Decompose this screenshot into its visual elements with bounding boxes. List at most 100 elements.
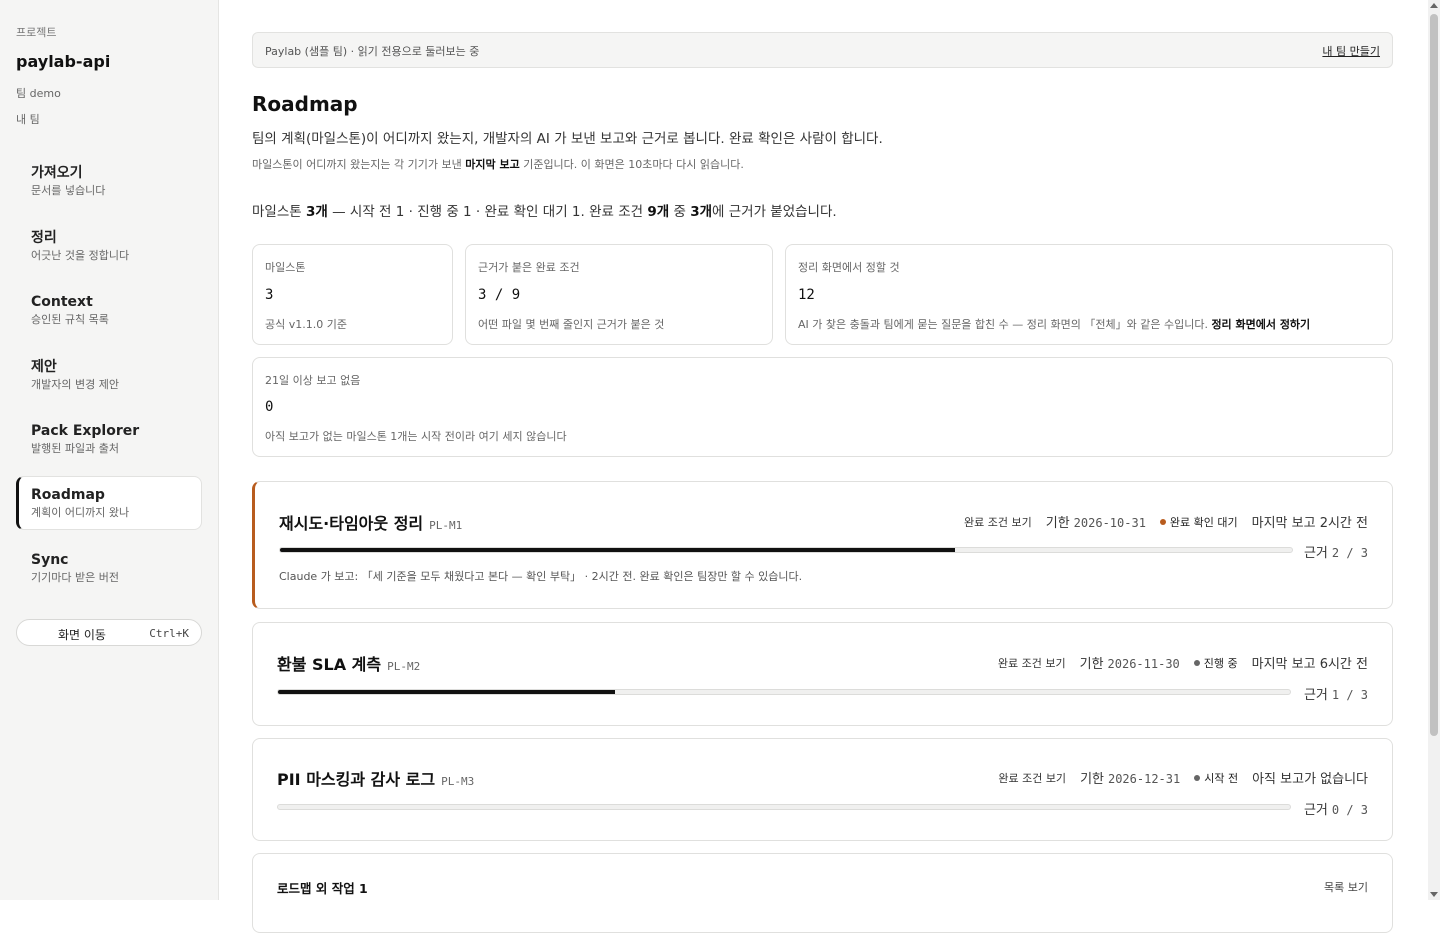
stat-desc: 공식 v1.1.0 기준 [265, 318, 347, 331]
off-roadmap-title: 로드맵 외 작업 1 [277, 881, 368, 896]
organize-link[interactable]: 정리 화면에서 정하기 [1211, 318, 1310, 331]
sidebar-item-sub: 문서를 넣습니다 [31, 184, 106, 197]
sidebar-item-sub: 승인된 규칙 목록 [31, 313, 109, 326]
sidebar-item-pack-explorer[interactable]: Pack Explorer 발행된 파일과 출처 [16, 413, 202, 467]
stat-value: 3 / 9 [478, 287, 521, 303]
sidebar-item-label: 가져오기 [31, 165, 83, 181]
roadmap-summary: 마일스톤 3개 — 시작 전 1 · 진행 중 1 · 완료 확인 대기 1. … [252, 200, 837, 220]
status-label: 시작 전 [1204, 771, 1239, 785]
status-label: 완료 확인 대기 [1169, 515, 1238, 529]
summary-bold: 3개 [305, 204, 328, 220]
sidebar-item-label: Pack Explorer [31, 423, 140, 439]
status-dot-icon [1194, 774, 1201, 781]
evidence-count: 근거 1 / 3 [1304, 684, 1368, 703]
stat-card-to-decide: 정리 화면에서 정할 것 12 AI 가 찾은 충돌과 팀에게 묻는 질문을 합… [785, 244, 1393, 345]
view-criteria-link[interactable]: 완료 조건 보기 [998, 655, 1066, 671]
milestone-card[interactable]: 재시도·타임아웃 정리 PL-M1 완료 조건 보기 기한 2026-10-31 완… [252, 481, 1393, 609]
sidebar-item-sub: 개발자의 변경 제안 [31, 378, 119, 391]
sidebar: 프로젝트 paylab-api 팀 demo 내 팀 가져오기 문서를 넣습니다… [0, 0, 219, 900]
status-dot-icon [1193, 659, 1200, 666]
sidebar-item-label: 제안 [31, 359, 57, 375]
command-palette-label: 화면 이동 [58, 628, 106, 642]
sidebar-item-label: Context [31, 294, 93, 310]
sidebar-item-organize[interactable]: 정리 어긋난 것을 정합니다 [16, 220, 202, 274]
status-label: 진행 중 [1203, 656, 1238, 670]
page-intro: 팀의 계획(마일스톤)이 어디까지 왔는지, 개발자의 AI 가 보낸 보고와 … [252, 131, 883, 147]
summary-text: 마일스톤 [252, 204, 306, 220]
progress-fill [280, 548, 955, 552]
summary-text: — 시작 전 1 · 진행 중 1 · 완료 확인 대기 1. 완료 조건 [327, 204, 648, 220]
page-scrollbar[interactable] [1428, 0, 1440, 900]
due-date: 기한 2026-10-31 [1046, 512, 1146, 531]
due-date: 기한 2026-11-30 [1080, 653, 1180, 672]
team-label: 팀 demo [16, 87, 61, 100]
due-label: 기한 [1045, 516, 1070, 531]
due-label: 기한 [1080, 772, 1104, 787]
status-dot-icon [1159, 518, 1166, 525]
milestone-card[interactable]: PII 마스킹과 감사 로그 PL-M3 완료 조건 보기 기한 2026-12-3… [252, 738, 1393, 841]
sidebar-item-sub: 어긋난 것을 정합니다 [31, 249, 130, 262]
due-label: 기한 [1079, 657, 1104, 672]
evidence-value: 2 / 3 [1331, 546, 1368, 560]
due-date: 기한 2026-12-31 [1080, 768, 1180, 787]
evidence-value: 0 / 3 [1331, 803, 1368, 817]
view-criteria-link[interactable]: 완료 조건 보기 [998, 770, 1066, 786]
sidebar-item-label: 정리 [31, 230, 57, 246]
sidebar-item-roadmap[interactable]: Roadmap 계획이 어디까지 왔나 [16, 476, 202, 530]
stat-card-evidence: 근거가 붙은 완료 조건 3 / 9 어떤 파일 몇 번째 줄인지 근거가 붙은… [465, 244, 773, 345]
project-caption: 프로젝트 [16, 26, 57, 39]
milestone-name: 환불 SLA 계측 [277, 655, 382, 674]
sidebar-item-context[interactable]: Context 승인된 규칙 목록 [16, 284, 202, 338]
sidebar-item-sub: 발행된 파일과 출처 [31, 442, 119, 455]
stat-desc: AI 가 찾은 충돌과 팀에게 묻는 질문을 합친 수 — 정리 화면의 「전체… [798, 316, 1310, 332]
progress-fill [278, 690, 615, 694]
sidebar-item-label: Roadmap [31, 487, 105, 503]
stat-card-milestones: 마일스톤 3 공식 v1.1.0 기준 [252, 244, 453, 345]
stat-label: 근거가 붙은 완료 조건 [478, 261, 580, 274]
readonly-banner: Paylab (샘플 팀) · 읽기 전용으로 둘러보는 중 내 팀 만들기 [252, 32, 1393, 68]
progress-bar [279, 547, 1293, 553]
stat-label: 마일스톤 [265, 261, 306, 274]
milestone-title: 재시도·타임아웃 정리 PL-M1 [279, 510, 462, 534]
stat-card-stale: 21일 이상 보고 없음 0 아직 보고가 없는 마일스톤 1개는 시작 전이라… [252, 357, 1393, 457]
keyboard-shortcut: Ctrl+K [149, 627, 189, 640]
banner-text: Paylab (샘플 팀) · 읽기 전용으로 둘러보는 중 [265, 45, 480, 58]
stat-label: 정리 화면에서 정할 것 [798, 261, 900, 274]
sidebar-item-proposals[interactable]: 제안 개발자의 변경 제안 [16, 349, 202, 403]
summary-bold: 3개 [690, 204, 713, 220]
milestone-code: PL-M1 [429, 519, 463, 532]
evidence-value: 1 / 3 [1331, 688, 1368, 702]
last-report: 아직 보고가 없습니다 [1252, 772, 1368, 787]
stat-desc: 어떤 파일 몇 번째 줄인지 근거가 붙은 것 [478, 318, 665, 331]
milestone-name: PII 마스킹과 감사 로그 [277, 770, 436, 789]
milestone-code: PL-M2 [387, 660, 421, 673]
command-palette-button[interactable]: 화면 이동 Ctrl+K [16, 619, 202, 646]
create-team-link[interactable]: 내 팀 만들기 [1322, 43, 1380, 59]
scroll-down-icon[interactable] [1430, 892, 1438, 897]
project-name[interactable]: paylab-api [16, 52, 110, 71]
evidence-label: 근거 [1303, 546, 1328, 561]
view-criteria-link[interactable]: 완료 조건 보기 [964, 514, 1032, 530]
due-value: 2026-11-30 [1107, 657, 1180, 671]
my-team-link[interactable]: 내 팀 [16, 111, 40, 127]
milestone-card[interactable]: 환불 SLA 계측 PL-M2 완료 조건 보기 기한 2026-11-30 진행 … [252, 622, 1393, 726]
stat-value: 0 [265, 399, 274, 415]
summary-bold: 9개 [647, 204, 670, 220]
last-report: 마지막 보고 2시간 전 [1251, 516, 1368, 531]
status-badge: 시작 전 [1194, 770, 1238, 786]
summary-text: 에 근거가 붙었습니다. [712, 204, 837, 220]
view-list-link[interactable]: 목록 보기 [1324, 879, 1368, 895]
progress-bar [277, 689, 1291, 695]
stat-desc-text: AI 가 찾은 충돌과 팀에게 묻는 질문을 합친 수 — 정리 화면의 「전체… [798, 318, 1212, 331]
off-roadmap-card[interactable]: 로드맵 외 작업 1 목록 보기 [252, 853, 1393, 933]
scrollbar-thumb[interactable] [1430, 14, 1438, 736]
sidebar-item-sync[interactable]: Sync 기기마다 받은 버전 [16, 542, 202, 596]
sidebar-item-label: Sync [31, 552, 69, 568]
last-report: 마지막 보고 6시간 전 [1251, 657, 1368, 672]
scroll-up-icon[interactable] [1430, 3, 1438, 8]
sidebar-item-import[interactable]: 가져오기 문서를 넣습니다 [16, 155, 202, 209]
milestone-title: 환불 SLA 계측 PL-M2 [277, 651, 420, 675]
page-note: 마일스톤이 어디까지 왔는지는 각 기기가 보낸 마지막 보고 기준입니다. 이… [252, 156, 744, 172]
stat-value: 12 [798, 287, 815, 303]
status-badge: 진행 중 [1193, 655, 1238, 671]
